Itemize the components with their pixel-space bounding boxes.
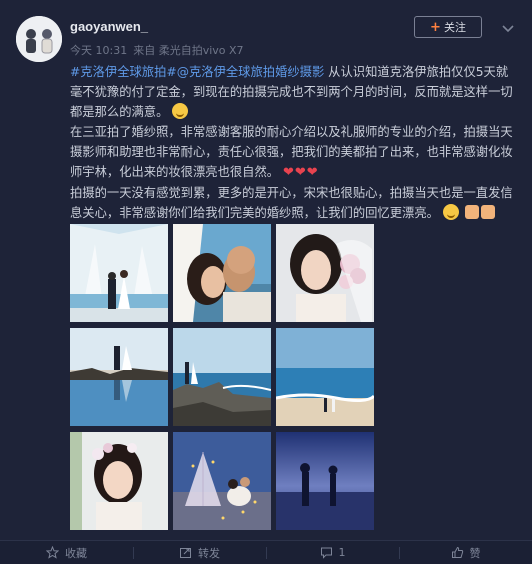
follow-button[interactable]: + 关注 xyxy=(414,16,482,38)
kiss-emoji-icon xyxy=(442,204,459,220)
post-meta: 今天 10:31 来自 柔光自拍vivo X7 xyxy=(70,42,250,58)
username[interactable]: gaoyanwen_ xyxy=(70,19,148,34)
mention-link[interactable]: @克洛伊全球旅拍婚纱摄影 xyxy=(177,65,325,79)
repost-button[interactable]: 转发 xyxy=(133,541,266,564)
repost-label: 转发 xyxy=(198,546,220,560)
comment-button[interactable]: 1 xyxy=(266,541,399,564)
smile-emoji-icon xyxy=(172,103,189,119)
photo-bride-portrait[interactable] xyxy=(276,224,374,322)
favorite-button[interactable]: 收藏 xyxy=(0,541,133,564)
couple-emoji-icon xyxy=(464,205,479,219)
post-time: 今天 10:31 xyxy=(70,44,128,57)
post-text: #克洛伊全球旅拍#@克洛伊全球旅拍婚纱摄影 从认识知道克洛伊旅拍仅仅5天就毫不犹… xyxy=(70,62,518,223)
couple-emoji-icon xyxy=(480,205,495,219)
photo-grid xyxy=(70,224,374,532)
photo-reflection-pool[interactable] xyxy=(70,328,168,426)
topic-link[interactable]: #克洛伊全球旅拍# xyxy=(70,65,177,79)
share-icon xyxy=(180,548,191,558)
star-icon xyxy=(46,546,59,559)
plus-icon: + xyxy=(430,19,441,35)
post-action-bar: 收藏 转发 1 赞 xyxy=(0,540,532,564)
photo-chapel-couple[interactable] xyxy=(70,224,168,322)
post-source[interactable]: 来自 柔光自拍vivo X7 xyxy=(133,44,243,57)
avatar[interactable] xyxy=(16,16,62,62)
comment-count: 1 xyxy=(338,546,346,559)
follow-label: 关注 xyxy=(443,21,466,34)
photo-tent-night[interactable] xyxy=(173,432,271,530)
thumbs-up-icon xyxy=(451,546,463,558)
like-label: 赞 xyxy=(469,546,481,560)
photo-rock-shore[interactable] xyxy=(173,328,271,426)
comment-icon xyxy=(320,547,332,559)
favorite-label: 收藏 xyxy=(65,546,87,560)
heart-emoji-icons: ❤❤❤ xyxy=(282,165,319,180)
like-button[interactable]: 赞 xyxy=(399,541,532,564)
photo-bride-flowers[interactable] xyxy=(70,432,168,530)
photo-silhouette-dusk[interactable] xyxy=(276,432,374,530)
photo-kiss-closeup[interactable] xyxy=(173,224,271,322)
chevron-down-icon[interactable] xyxy=(500,20,516,33)
weibo-post-card: gaoyanwen_ 今天 10:31 来自 柔光自拍vivo X7 + 关注 #… xyxy=(0,0,532,564)
photo-beach-walk[interactable] xyxy=(276,328,374,426)
